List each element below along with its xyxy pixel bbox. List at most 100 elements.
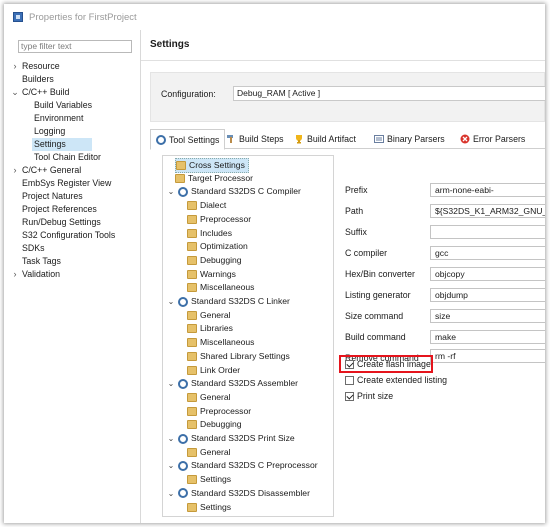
sidebar-item-build-variables[interactable]: Build Variables — [4, 99, 140, 112]
sidebar-item-validation[interactable]: › Validation — [4, 268, 140, 281]
tool-tree-item[interactable]: Preprocessor — [187, 405, 251, 418]
tool-tree-label: Standard S32DS C Preprocessor — [191, 460, 318, 471]
tool-tree-label: General — [200, 446, 231, 457]
tool-tree-item[interactable]: Miscellaneous — [187, 281, 254, 294]
tool-tree-item[interactable]: General — [187, 391, 231, 404]
sidebar-item-sdks[interactable]: SDKs — [4, 242, 140, 255]
sidebar-item-label: C/C++ Build — [22, 87, 70, 97]
sidebar-item-label: Validation — [22, 269, 60, 279]
prefix-input[interactable]: arm-none-eabi- — [430, 183, 545, 197]
tool-tree-item[interactable]: Warnings — [187, 268, 236, 281]
tool-tree-item[interactable]: Settings — [187, 501, 231, 514]
path-input[interactable]: ${S32DS_K1_ARM32_GNU_6_ — [430, 204, 545, 218]
chevron-down-icon[interactable]: ⌄ — [167, 487, 175, 500]
properties-dialog: Properties for FirstProject type filter … — [4, 4, 545, 523]
sidebar-item-resource[interactable]: › Resource — [4, 60, 140, 73]
tool-tree-item[interactable]: Target Processor — [175, 172, 253, 185]
folder-icon — [187, 269, 197, 279]
remove-command-input[interactable]: rm -rf — [430, 349, 545, 363]
hex-bin-converter-label: Hex/Bin converter — [345, 269, 415, 279]
sidebar-item-label: Resource — [22, 61, 60, 71]
tool-tree-item[interactable]: Debugging — [187, 254, 242, 267]
chevron-down-icon[interactable]: ⌄ — [10, 86, 20, 99]
tool-tree-item[interactable]: Includes — [187, 227, 232, 240]
sidebar-item-tool-chain-editor[interactable]: Tool Chain Editor — [4, 151, 140, 164]
hex-bin-converter-input[interactable]: objcopy — [430, 267, 545, 281]
tool-tree-item[interactable]: ⌄ Standard S32DS C Compiler — [167, 185, 301, 198]
tool-tree-label: General — [200, 391, 231, 402]
configuration-select[interactable]: Debug_RAM [ Active ] — [233, 86, 545, 101]
print-size-checkbox[interactable]: Print size — [345, 390, 393, 402]
chevron-down-icon[interactable]: ⌄ — [167, 185, 175, 198]
chevron-right-icon[interactable]: › — [10, 268, 20, 281]
build-command-input[interactable]: make — [430, 330, 545, 344]
size-command-input[interactable]: size — [430, 309, 545, 323]
tool-tree-label: General — [200, 309, 231, 320]
tool-tree-label: Cross Settings — [189, 160, 245, 170]
sidebar-item-project-references[interactable]: Project References — [4, 203, 140, 216]
sidebar-item-s32-configuration-tools[interactable]: S32 Configuration Tools — [4, 229, 140, 242]
sidebar-item-settings[interactable]: Settings — [32, 138, 92, 151]
sidebar-item-label: Environment — [34, 113, 84, 123]
chevron-right-icon[interactable]: › — [10, 164, 20, 177]
tool-tree-item[interactable]: Libraries — [187, 322, 233, 335]
annotation-highlight-box — [339, 355, 433, 373]
chevron-down-icon[interactable]: ⌄ — [167, 432, 175, 445]
sidebar-item-c-c-general[interactable]: › C/C++ General — [4, 164, 140, 177]
tool-tree-item[interactable]: General — [187, 309, 231, 322]
sidebar-item-c-c-build[interactable]: ⌄ C/C++ Build — [4, 86, 140, 99]
tool-tree-item[interactable]: ⌄ Standard S32DS C Linker — [167, 295, 290, 308]
size-command-label: Size command — [345, 311, 404, 321]
folder-icon — [176, 161, 186, 170]
tool-tree-item[interactable]: ⌄ Standard S32DS Assembler — [167, 377, 298, 390]
tool-tree-label: Miscellaneous — [200, 337, 255, 348]
tool-tree-item[interactable]: ⌄ Standard S32DS C Preprocessor — [167, 459, 318, 472]
sidebar-item-builders[interactable]: Builders — [4, 73, 140, 86]
sidebar-item-task-tags[interactable]: Task Tags — [4, 255, 140, 268]
suffix-input[interactable] — [430, 225, 545, 239]
tab-error-parsers[interactable]: Error Parsers — [460, 130, 525, 148]
tool-tree-item[interactable]: Miscellaneous — [187, 336, 254, 349]
tab-build-steps[interactable]: Build Steps — [226, 130, 284, 148]
sidebar-item-logging[interactable]: Logging — [4, 125, 140, 138]
chevron-down-icon[interactable]: ⌄ — [167, 459, 175, 472]
error-icon — [460, 134, 470, 144]
chevron-right-icon[interactable]: › — [10, 60, 20, 73]
folder-icon — [175, 173, 185, 183]
sidebar-item-project-natures[interactable]: Project Natures — [4, 190, 140, 203]
tool-tree-item[interactable]: General — [187, 446, 231, 459]
tool-tree-item[interactable]: Link Order — [187, 364, 240, 377]
tool-tree-item[interactable]: ⌄ Standard S32DS Disassembler — [167, 487, 310, 500]
sidebar-item-run-debug-settings[interactable]: Run/Debug Settings — [4, 216, 140, 229]
listing-generator-input[interactable]: objdump — [430, 288, 545, 302]
tool-tree-item[interactable]: Debugging — [187, 418, 242, 431]
tab-build-artifact[interactable]: Build Artifact — [294, 130, 356, 148]
sidebar-item-embsys-register-view[interactable]: EmbSys Register View — [4, 177, 140, 190]
tool-tree-item[interactable]: Shared Library Settings — [187, 350, 290, 363]
tool-tree-item[interactable]: Dialect — [187, 199, 226, 212]
configuration-label: Configuration: — [161, 89, 216, 99]
tool-tree-item[interactable]: Optimization — [187, 240, 248, 253]
tool-tree-item[interactable]: ⌄ Standard S32DS Print Size — [167, 432, 295, 445]
tool-tree-item[interactable]: Settings — [187, 473, 231, 486]
checkbox-box[interactable] — [345, 375, 354, 385]
tab-tool-settings[interactable]: Tool Settings — [150, 129, 226, 150]
tab-binary-parsers[interactable]: Binary Parsers — [374, 130, 445, 148]
tool-settings-panel: Cross Settings Target Processor ⌄ Standard … — [150, 148, 545, 523]
sidebar-item-label: S32 Configuration Tools — [22, 230, 116, 240]
filter-input[interactable]: type filter text — [18, 40, 132, 53]
tab-label: Binary Parsers — [387, 134, 445, 144]
c-compiler-label: C compiler — [345, 248, 388, 258]
create-extended-listing-checkbox[interactable]: Create extended listing — [345, 374, 447, 386]
checkbox-box[interactable] — [345, 391, 354, 401]
tool-tree-label: Preprocessor — [200, 213, 252, 224]
chevron-down-icon[interactable]: ⌄ — [167, 377, 175, 390]
sidebar-item-environment[interactable]: Environment — [4, 112, 140, 125]
page-title: Settings — [141, 30, 545, 61]
tool-tree-item[interactable]: Preprocessor — [187, 213, 251, 226]
chevron-down-icon[interactable]: ⌄ — [167, 295, 175, 308]
gear-icon — [156, 134, 166, 145]
c-compiler-input[interactable]: gcc — [430, 246, 545, 260]
tool-tree-label: Target Processor — [188, 172, 253, 183]
folder-icon — [187, 283, 197, 293]
